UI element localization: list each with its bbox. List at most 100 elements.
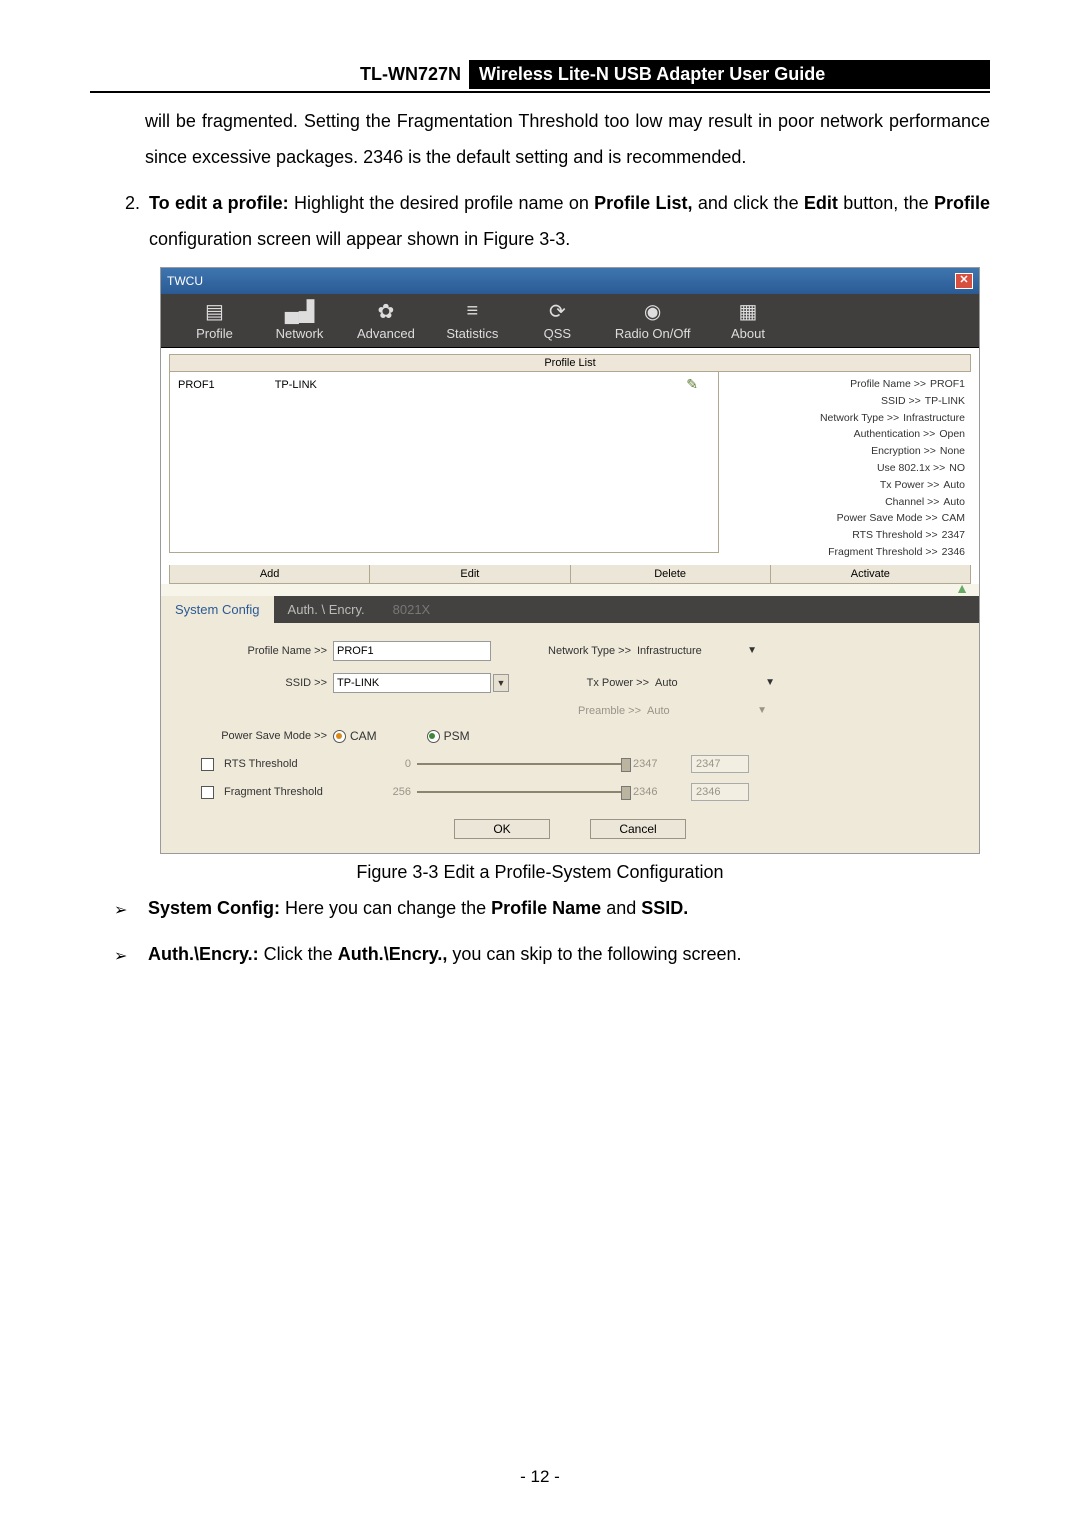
edit-button[interactable]: Edit — [370, 565, 570, 584]
paragraph-continuation: will be fragmented. Setting the Fragment… — [145, 103, 990, 175]
radio-icon: ◉ — [641, 300, 665, 322]
detail-key: Encryption >> — [725, 443, 940, 460]
tab-qss[interactable]: ⟳ QSS — [530, 300, 585, 341]
arrow-icon: ➢ — [114, 939, 134, 974]
close-icon[interactable]: ✕ — [955, 273, 973, 289]
tab-label: Statistics — [446, 326, 498, 341]
advanced-icon: ✿ — [374, 300, 398, 322]
bullet-text: Click the — [259, 944, 338, 964]
network-type-label: Network Type >> — [521, 645, 637, 657]
activate-button[interactable]: Activate — [771, 565, 971, 584]
network-icon: ▄▟ — [288, 300, 312, 322]
detail-value: PROF1 — [930, 376, 965, 393]
step-2: To edit a profile: Highlight the desired… — [145, 185, 990, 257]
fragment-checkbox[interactable] — [201, 786, 214, 799]
fragment-slider[interactable] — [417, 791, 627, 793]
cancel-button[interactable]: Cancel — [590, 819, 686, 839]
detail-key: Fragment Threshold >> — [725, 544, 942, 561]
step-text: configuration screen will appear shown i… — [149, 229, 570, 249]
tab-label: Profile — [196, 326, 233, 341]
screenshot-figure: TWCU ✕ ▤ Profile ▄▟ Network ✿ Advanced ≡… — [160, 267, 980, 854]
config-tabs: System Config Auth. \ Encry. 8021X — [161, 596, 979, 623]
arrow-icon: ➢ — [114, 893, 134, 928]
detail-key: Network Type >> — [725, 410, 903, 427]
system-config-panel: Profile Name >> Network Type >> Infrastr… — [161, 623, 979, 853]
ssid-input[interactable] — [333, 673, 491, 693]
tab-network[interactable]: ▄▟ Network — [272, 300, 327, 341]
preamble-dropdown: Auto ▼ — [647, 705, 773, 717]
profile-ssid: TP-LINK — [275, 379, 317, 391]
ssid-dropdown-icon[interactable]: ▼ — [493, 674, 509, 692]
rts-slider[interactable] — [417, 763, 627, 765]
detail-key: Tx Power >> — [725, 477, 943, 494]
tab-8021x: 8021X — [379, 596, 445, 623]
tab-radio[interactable]: ◉ Radio On/Off — [615, 300, 691, 341]
chevron-down-icon: ▼ — [747, 645, 757, 656]
psm-psm-radio[interactable]: PSM — [427, 729, 470, 743]
figure-caption: Figure 3-3 Edit a Profile-System Configu… — [90, 862, 990, 883]
bullet-bold: Profile Name — [491, 898, 601, 918]
fragment-max: 2346 — [627, 786, 677, 798]
profile-name-label: Profile Name >> — [177, 645, 333, 657]
profile-row[interactable]: PROF1 TP-LINK ✎ — [170, 372, 718, 397]
profile-list[interactable]: PROF1 TP-LINK ✎ — [169, 372, 719, 553]
profile-list-header: Profile List — [169, 354, 971, 372]
bullet-bold: Auth.\Encry.: — [148, 944, 259, 964]
bullet-text: you can skip to the following screen. — [447, 944, 741, 964]
bullet-system-config: ➢ System Config: Here you can change the… — [114, 889, 990, 929]
dropdown-value: Infrastructure — [637, 645, 702, 657]
header-divider — [90, 91, 990, 93]
step-lead: To edit a profile: — [149, 193, 289, 213]
detail-key: Use 802.1x >> — [725, 460, 949, 477]
dropdown-value: Auto — [655, 677, 678, 689]
detail-value: Auto — [943, 477, 965, 494]
qss-icon: ⟳ — [545, 300, 569, 322]
network-type-dropdown[interactable]: Infrastructure ▼ — [637, 645, 763, 657]
dropdown-value: Auto — [647, 705, 670, 717]
radio-label: PSM — [444, 729, 470, 743]
bullet-bold: Auth.\Encry., — [338, 944, 448, 964]
psm-cam-radio[interactable]: CAM — [333, 729, 377, 743]
rts-checkbox[interactable] — [201, 758, 214, 771]
tab-about[interactable]: ▦ About — [720, 300, 775, 341]
tab-system-config[interactable]: System Config — [161, 596, 274, 623]
detail-value: Infrastructure — [903, 410, 965, 427]
tab-label: QSS — [544, 326, 571, 341]
step-text: and click the — [693, 193, 804, 213]
main-toolbar: ▤ Profile ▄▟ Network ✿ Advanced ≡ Statis… — [161, 294, 979, 348]
tab-label: Advanced — [357, 326, 415, 341]
radio-label: CAM — [350, 729, 377, 743]
ok-button[interactable]: OK — [454, 819, 550, 839]
tx-power-label: Tx Power >> — [539, 677, 655, 689]
collapse-icon[interactable]: ▲ — [161, 584, 979, 596]
detail-key: Channel >> — [725, 494, 943, 511]
page-number: - 12 - — [0, 1467, 1080, 1487]
tab-advanced[interactable]: ✿ Advanced — [357, 300, 415, 341]
detail-key: Profile Name >> — [725, 376, 930, 393]
step-bold: Profile List, — [594, 193, 692, 213]
profile-name-input[interactable] — [333, 641, 491, 661]
tab-profile[interactable]: ▤ Profile — [187, 300, 242, 341]
tab-statistics[interactable]: ≡ Statistics — [445, 300, 500, 341]
fragment-label: Fragment Threshold — [224, 786, 323, 798]
tab-auth-encry[interactable]: Auth. \ Encry. — [274, 596, 379, 623]
chevron-down-icon: ▼ — [765, 677, 775, 688]
add-button[interactable]: Add — [169, 565, 370, 584]
window-titlebar: TWCU ✕ — [161, 268, 979, 294]
detail-value: CAM — [942, 510, 965, 527]
detail-value: None — [940, 443, 965, 460]
delete-button[interactable]: Delete — [571, 565, 771, 584]
bullet-auth-encry: ➢ Auth.\Encry.: Click the Auth.\Encry., … — [114, 935, 990, 975]
ssid-label: SSID >> — [177, 677, 333, 689]
fragment-value: 2346 — [691, 783, 749, 801]
detail-key: RTS Threshold >> — [725, 527, 942, 544]
tab-label: About — [731, 326, 765, 341]
detail-value: Auto — [943, 494, 965, 511]
rts-label: RTS Threshold — [224, 758, 298, 770]
detail-key: Authentication >> — [725, 426, 939, 443]
step-text: button, the — [838, 193, 934, 213]
bullet-text: and — [601, 898, 641, 918]
tx-power-dropdown[interactable]: Auto ▼ — [655, 677, 781, 689]
bullet-text: Here you can change the — [280, 898, 491, 918]
bullet-bold: System Config: — [148, 898, 280, 918]
